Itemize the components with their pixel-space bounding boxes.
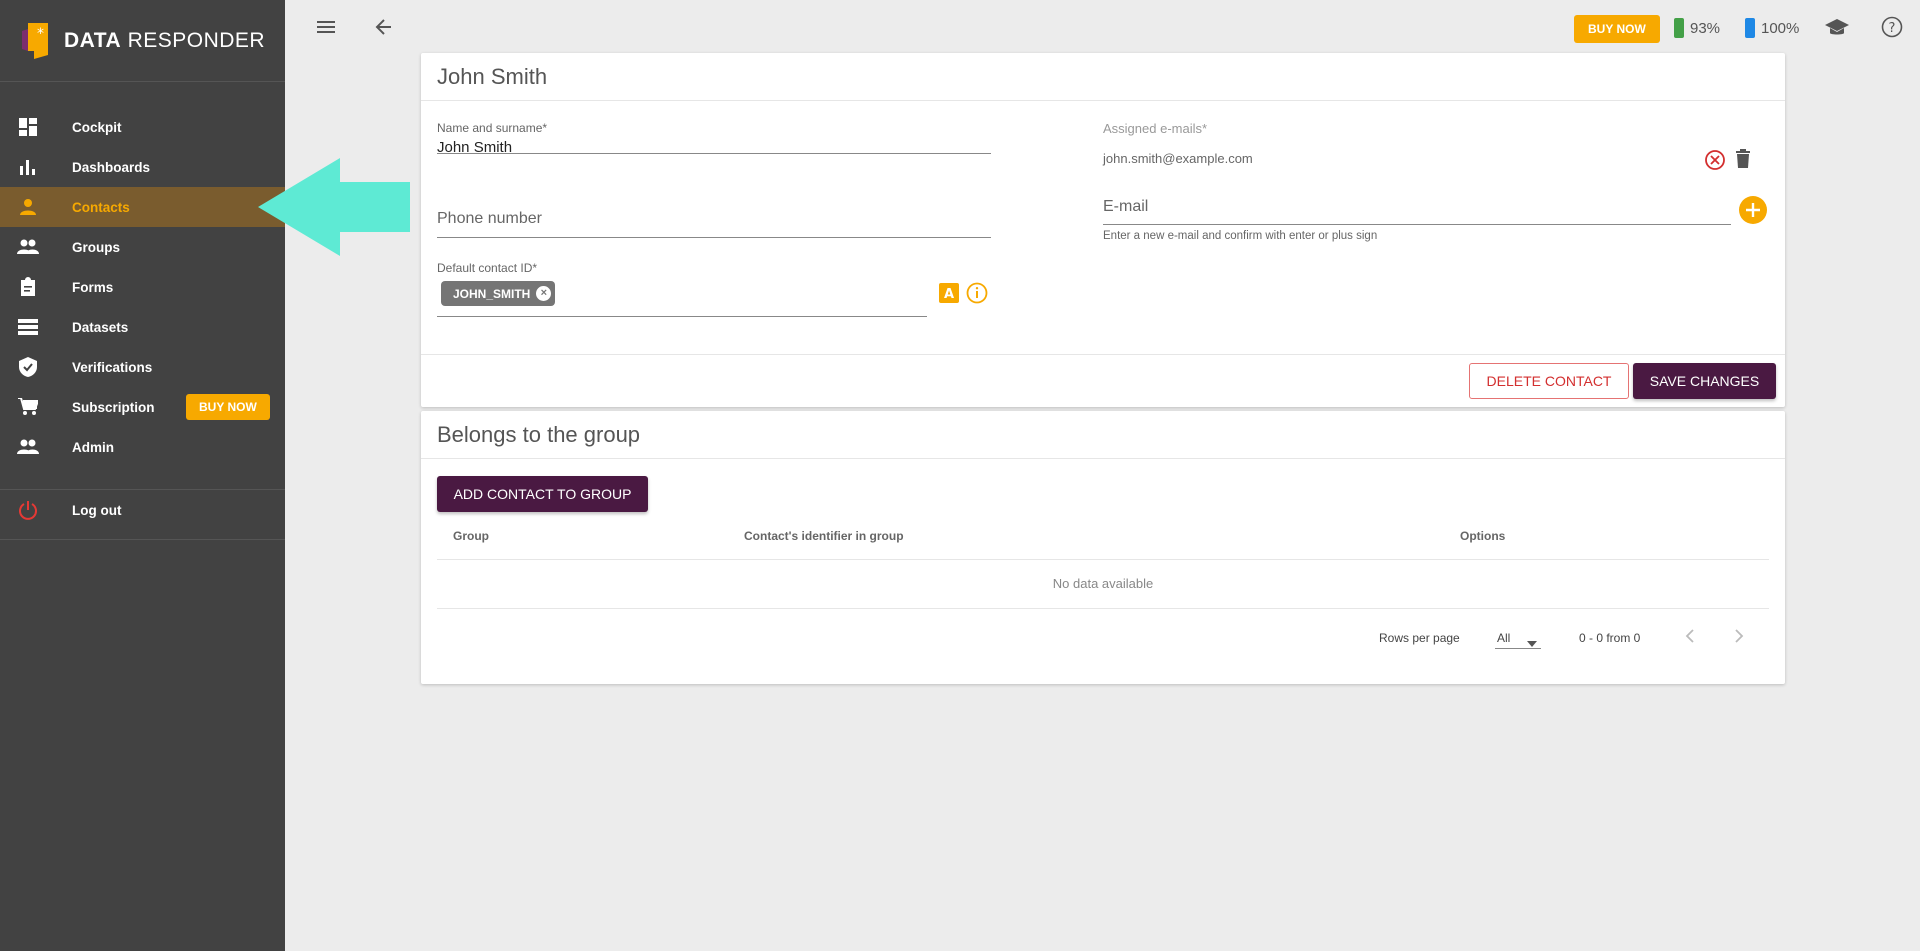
- shield-check-icon: [16, 355, 40, 379]
- people-icon: [16, 435, 40, 459]
- clipboard-icon: [16, 275, 40, 299]
- sidebar-buy-now-button[interactable]: BUY NOW: [186, 394, 270, 420]
- email-field-placeholder: E-mail: [1103, 198, 1149, 215]
- prev-page-icon[interactable]: [1683, 627, 1697, 650]
- assigned-emails-label: Assigned e-mails*: [1103, 121, 1208, 136]
- svg-text:?: ?: [1889, 21, 1896, 36]
- rows-per-page-label: Rows per page: [1379, 631, 1460, 645]
- next-page-icon[interactable]: [1732, 627, 1746, 650]
- brand-logo[interactable]: * DATA RESPONDER: [0, 0, 285, 82]
- credits-blue-value: 100%: [1761, 19, 1800, 37]
- sidebar-item-label: Verifications: [72, 359, 153, 375]
- column-header-identifier[interactable]: Contact's identifier in group: [744, 529, 904, 543]
- people-icon: [16, 235, 40, 259]
- default-id-chip[interactable]: JOHN_SMITH ×: [441, 281, 556, 306]
- dashboard-icon: [16, 115, 40, 139]
- auto-id-icon[interactable]: A: [939, 283, 959, 308]
- battery-green-icon: [1674, 18, 1684, 38]
- sidebar-item-forms[interactable]: Forms: [0, 267, 285, 307]
- svg-text:*: *: [37, 26, 44, 42]
- graduation-cap-icon[interactable]: [1825, 16, 1849, 43]
- power-icon: [16, 498, 40, 522]
- rows-per-page-value: All: [1497, 631, 1511, 645]
- back-arrow-icon[interactable]: [373, 16, 395, 43]
- table-header-divider: [437, 559, 1769, 560]
- top-bar: BUY NOW 93% 100% ?: [285, 0, 1920, 56]
- add-email-icon[interactable]: [1739, 196, 1767, 229]
- bar-chart-icon: [16, 155, 40, 179]
- phone-field[interactable]: Phone number: [437, 210, 991, 238]
- brand-name: DATA RESPONDER: [64, 28, 266, 52]
- add-contact-to-group-button[interactable]: ADD CONTACT TO GROUP: [437, 476, 648, 512]
- sidebar-item-label: Forms: [72, 279, 114, 295]
- credits-blue: 100%: [1745, 18, 1799, 38]
- contact-card: John Smith Name and surname* John Smith …: [421, 53, 1785, 407]
- sidebar-item-dashboards[interactable]: Dashboards: [0, 147, 285, 187]
- phone-field-underline: [437, 237, 991, 238]
- sidebar-nav: Cockpit Dashboards Contacts Groups Forms…: [0, 82, 285, 540]
- sidebar-item-verifications[interactable]: Verifications: [0, 347, 285, 387]
- groups-title: Belongs to the group: [421, 411, 1785, 459]
- topbar-buy-now-button[interactable]: BUY NOW: [1574, 15, 1660, 43]
- name-field[interactable]: Name and surname* John Smith: [437, 121, 991, 156]
- pointer-arrow-icon: [258, 158, 410, 256]
- sidebar-item-groups[interactable]: Groups: [0, 227, 285, 267]
- name-field-label: Name and surname*: [437, 121, 548, 135]
- assigned-emails: Assigned e-mails*: [1103, 121, 1769, 151]
- sidebar-item-label: Log out: [72, 502, 122, 518]
- assigned-email-item: john.smith@example.com: [1103, 151, 1253, 166]
- email-field[interactable]: E-mail: [1103, 198, 1731, 225]
- sidebar-item-label: Dashboards: [72, 159, 151, 175]
- sidebar-item-label: Datasets: [72, 319, 129, 335]
- default-id-chip-label: JOHN_SMITH: [453, 286, 531, 301]
- svg-text:A: A: [944, 287, 954, 302]
- logo-icon: *: [20, 21, 58, 61]
- sidebar-item-label: Cockpit: [72, 119, 122, 135]
- default-id-underline: [437, 316, 927, 317]
- sidebar-divider-bottom: [0, 530, 285, 540]
- trash-icon[interactable]: [1732, 148, 1754, 175]
- pagination-range: 0 - 0 from 0: [1579, 631, 1641, 645]
- email-field-underline: [1103, 224, 1731, 225]
- contact-title: John Smith: [421, 53, 1785, 101]
- sidebar: * DATA RESPONDER Cockpit Dashboards Cont…: [0, 0, 285, 951]
- chevron-down-icon: [1527, 634, 1537, 652]
- sidebar-item-logout[interactable]: Log out: [0, 490, 285, 530]
- table-empty-message: No data available: [1052, 576, 1154, 591]
- default-id-label: Default contact ID*: [437, 261, 538, 275]
- sidebar-item-label: Subscription: [72, 399, 155, 415]
- sidebar-item-label: Admin: [72, 439, 114, 455]
- sidebar-item-cockpit[interactable]: Cockpit: [0, 107, 285, 147]
- name-field-underline: [437, 153, 991, 154]
- sidebar-item-label: Contacts: [72, 199, 130, 215]
- sidebar-item-admin[interactable]: Admin: [0, 427, 285, 467]
- list-icon: [16, 315, 40, 339]
- sidebar-item-label: Groups: [72, 239, 121, 255]
- battery-blue-icon: [1745, 18, 1755, 38]
- sidebar-item-contacts[interactable]: Contacts: [0, 187, 285, 227]
- info-icon[interactable]: [966, 282, 988, 309]
- delete-contact-button[interactable]: DELETE CONTACT: [1469, 363, 1629, 399]
- phone-field-placeholder: Phone number: [437, 210, 542, 227]
- email-remove-icon[interactable]: [1704, 149, 1726, 176]
- email-hint: Enter a new e-mail and confirm with ente…: [1103, 230, 1378, 242]
- credits-green-value: 93%: [1690, 19, 1721, 37]
- person-icon: [16, 195, 40, 219]
- sidebar-item-datasets[interactable]: Datasets: [0, 307, 285, 347]
- chip-remove-icon[interactable]: ×: [536, 286, 552, 301]
- cart-icon: [16, 395, 40, 419]
- rows-per-page-select[interactable]: All: [1495, 625, 1541, 649]
- column-header-options: Options: [1460, 529, 1506, 543]
- help-icon[interactable]: ?: [1881, 16, 1903, 43]
- credits-green: 93%: [1674, 18, 1720, 38]
- column-header-group[interactable]: Group: [453, 529, 489, 543]
- groups-card: Belongs to the group ADD CONTACT TO GROU…: [421, 411, 1785, 684]
- sidebar-item-subscription[interactable]: Subscription BUY NOW: [0, 387, 285, 427]
- table-footer-divider: [437, 608, 1769, 609]
- save-changes-button[interactable]: SAVE CHANGES: [1633, 363, 1776, 399]
- default-id-field[interactable]: Default contact ID* JOHN_SMITH ×: [437, 261, 927, 317]
- menu-icon[interactable]: [315, 16, 337, 43]
- card-actions-divider: [421, 354, 1785, 355]
